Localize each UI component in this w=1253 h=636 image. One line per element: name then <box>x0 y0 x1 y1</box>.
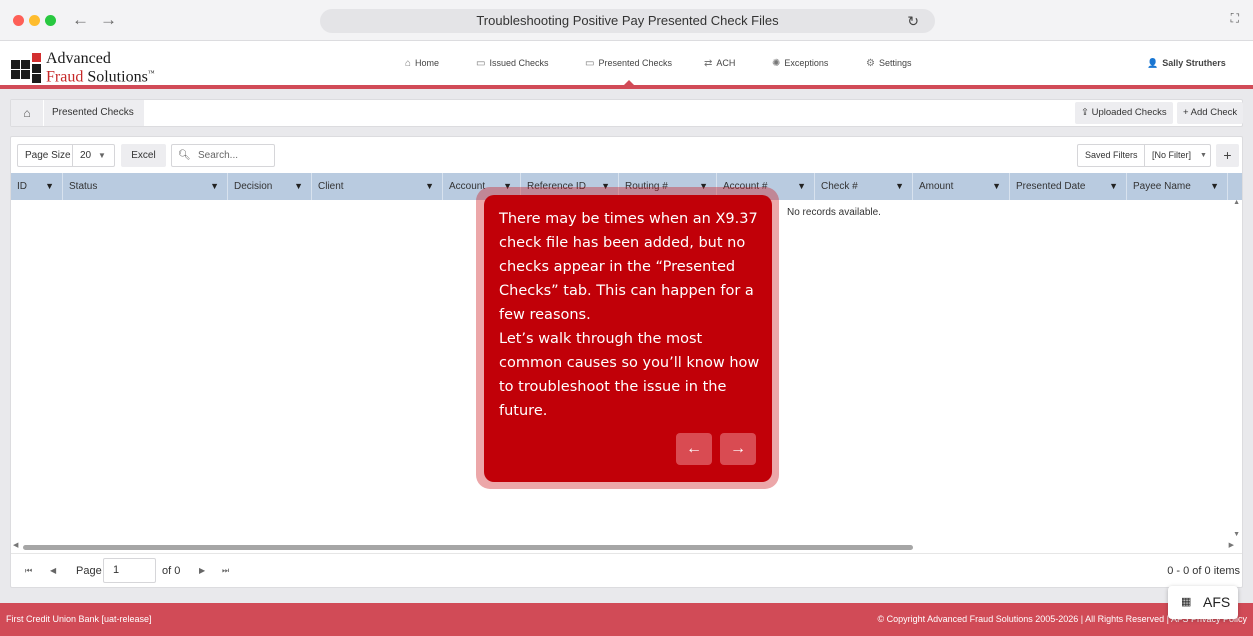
page-size-label: Page Size <box>25 150 71 161</box>
uploaded-checks-button[interactable]: ⇪ Uploaded Checks <box>1075 102 1173 124</box>
footer: First Credit Union Bank [uat-release] © … <box>0 603 1253 636</box>
reload-icon[interactable]: ↻ <box>907 9 919 33</box>
empty-message: No records available. <box>787 207 881 218</box>
filter-value: [No Filter] <box>1152 150 1192 160</box>
afs-badge[interactable]: ▦ AFS <box>1168 586 1238 619</box>
page-size-value: 20 <box>80 150 92 161</box>
minimize-window-icon[interactable] <box>29 15 40 26</box>
nav-presented-checks[interactable]: ▭ Presented Checks <box>585 58 672 69</box>
column-id[interactable]: ID ▼ <box>11 173 63 200</box>
scrollbar-thumb[interactable] <box>23 545 913 550</box>
active-nav-indicator <box>623 80 635 86</box>
page-title: Troubleshooting Positive Pay Presented C… <box>476 13 779 28</box>
breadcrumb-presented-checks[interactable]: Presented Checks <box>43 100 144 126</box>
page-input[interactable]: 1 <box>103 558 156 583</box>
filter-icon[interactable]: ▼ <box>294 173 303 200</box>
filter-icon[interactable]: ▼ <box>797 173 806 200</box>
address-bar[interactable]: Troubleshooting Positive Pay Presented C… <box>320 9 935 33</box>
tooltip-text: There may be times when an X9.37 check f… <box>499 211 760 419</box>
nav-ach[interactable]: ⇄ ACH <box>704 58 735 69</box>
nav-issued-checks[interactable]: ▭ Issued Checks <box>476 58 548 69</box>
column-payee-name[interactable]: Payee Name ▼ <box>1127 173 1228 200</box>
home-icon: ⌂ <box>405 58 412 69</box>
tooltip-next-button[interactable]: → <box>720 433 756 465</box>
tour-tooltip: There may be times when an X9.37 check f… <box>484 195 772 482</box>
nav-home[interactable]: ⌂ Home <box>405 58 439 69</box>
breadcrumb: ⌂ Presented Checks ⇪ Uploaded Checks + A… <box>10 99 1244 127</box>
page-count-label: of 0 <box>162 565 181 577</box>
saved-filters-select[interactable]: Saved Filters [No Filter] ▼ <box>1077 144 1211 167</box>
user-icon: 👤 <box>1147 58 1159 68</box>
expand-icon[interactable]: ⛶ <box>1231 11 1239 26</box>
scroll-right-icon[interactable]: ▶ <box>1229 541 1234 549</box>
filter-icon[interactable]: ▼ <box>895 173 904 200</box>
filter-icon[interactable]: ▼ <box>1210 173 1219 200</box>
page-label: Page <box>76 565 102 577</box>
footer-bank-name: First Credit Union Bank [uat-release] <box>6 614 152 624</box>
nav-settings[interactable]: ⚙ Settings <box>866 58 912 69</box>
saved-filters-label: Saved Filters <box>1085 150 1138 160</box>
search-icon: 🔍︎ <box>178 150 191 161</box>
filter-icon[interactable]: ▼ <box>45 173 54 200</box>
horizontal-scrollbar[interactable]: ◀ ▶ <box>11 541 1242 553</box>
column-presented-date[interactable]: Presented Date ▼ <box>1010 173 1127 200</box>
logo-line-2: Fraud Solutions™ <box>46 68 155 86</box>
maximize-window-icon[interactable] <box>45 15 56 26</box>
transfer-icon: ⇄ <box>704 58 713 69</box>
afs-logo[interactable]: Advanced Fraud Solutions™ <box>11 50 171 86</box>
check-icon: ▭ <box>585 58 595 69</box>
chevron-down-icon: ▼ <box>98 151 106 160</box>
filter-icon[interactable]: ▼ <box>425 173 434 200</box>
breadcrumb-home-icon[interactable]: ⌂ <box>11 100 43 126</box>
browser-chrome: ← → Troubleshooting Positive Pay Present… <box>0 0 1253 41</box>
afs-grid-icon: ▦ <box>1181 596 1192 608</box>
forward-arrow-icon[interactable]: → <box>100 10 117 30</box>
column-client[interactable]: Client ▼ <box>312 173 443 200</box>
add-filter-button[interactable]: + <box>1216 144 1239 167</box>
check-icon: ▭ <box>476 58 486 69</box>
chevron-down-icon: ▼ <box>1200 152 1207 159</box>
first-page-icon[interactable]: ⏮ <box>25 566 32 576</box>
column-decision[interactable]: Decision ▼ <box>228 173 312 200</box>
user-menu[interactable]: 👤 Sally Struthers <box>1147 58 1226 69</box>
back-arrow-icon[interactable]: ← <box>72 10 89 30</box>
upload-icon: ⇪ <box>1081 107 1092 118</box>
app-header: Advanced Fraud Solutions™ ⌂ Home ▭ Issued … <box>0 41 1253 89</box>
column-status[interactable]: Status ▼ <box>63 173 228 200</box>
tooltip-prev-button[interactable]: ← <box>676 433 712 465</box>
column-amount[interactable]: Amount ▼ <box>913 173 1010 200</box>
filter-icon[interactable]: ▼ <box>992 173 1001 200</box>
scroll-up-icon[interactable]: ▲ <box>1233 199 1240 206</box>
scroll-left-icon[interactable]: ◀ <box>13 541 18 549</box>
gear-icon: ⚙ <box>866 58 875 69</box>
nav-exceptions[interactable]: ✺ Exceptions <box>772 58 828 69</box>
add-check-button[interactable]: + Add Check <box>1177 102 1244 124</box>
items-count: 0 - 0 of 0 items <box>1167 565 1240 577</box>
search-placeholder: Search... <box>198 150 239 161</box>
search-input[interactable]: 🔍︎ Search... <box>171 144 275 167</box>
page-size-select[interactable]: Page Size 20 ▼ <box>17 144 115 167</box>
filter-icon[interactable]: ▼ <box>1109 173 1118 200</box>
close-window-icon[interactable] <box>13 15 24 26</box>
last-page-icon[interactable]: ⏭ <box>222 566 229 576</box>
alarm-icon: ✺ <box>772 58 781 69</box>
scroll-down-icon[interactable]: ▼ <box>1233 531 1240 538</box>
excel-button[interactable]: Excel <box>121 144 166 167</box>
prev-page-icon[interactable]: ◀ <box>50 566 56 575</box>
pager: ⏮ ◀ Page 1 of 0 ▶ ⏭ 0 - 0 of 0 items <box>11 553 1242 587</box>
column-check-number[interactable]: Check # ▼ <box>815 173 913 200</box>
logo-grid-icon <box>11 53 43 83</box>
next-page-icon[interactable]: ▶ <box>199 566 205 575</box>
filter-icon[interactable]: ▼ <box>210 173 219 200</box>
